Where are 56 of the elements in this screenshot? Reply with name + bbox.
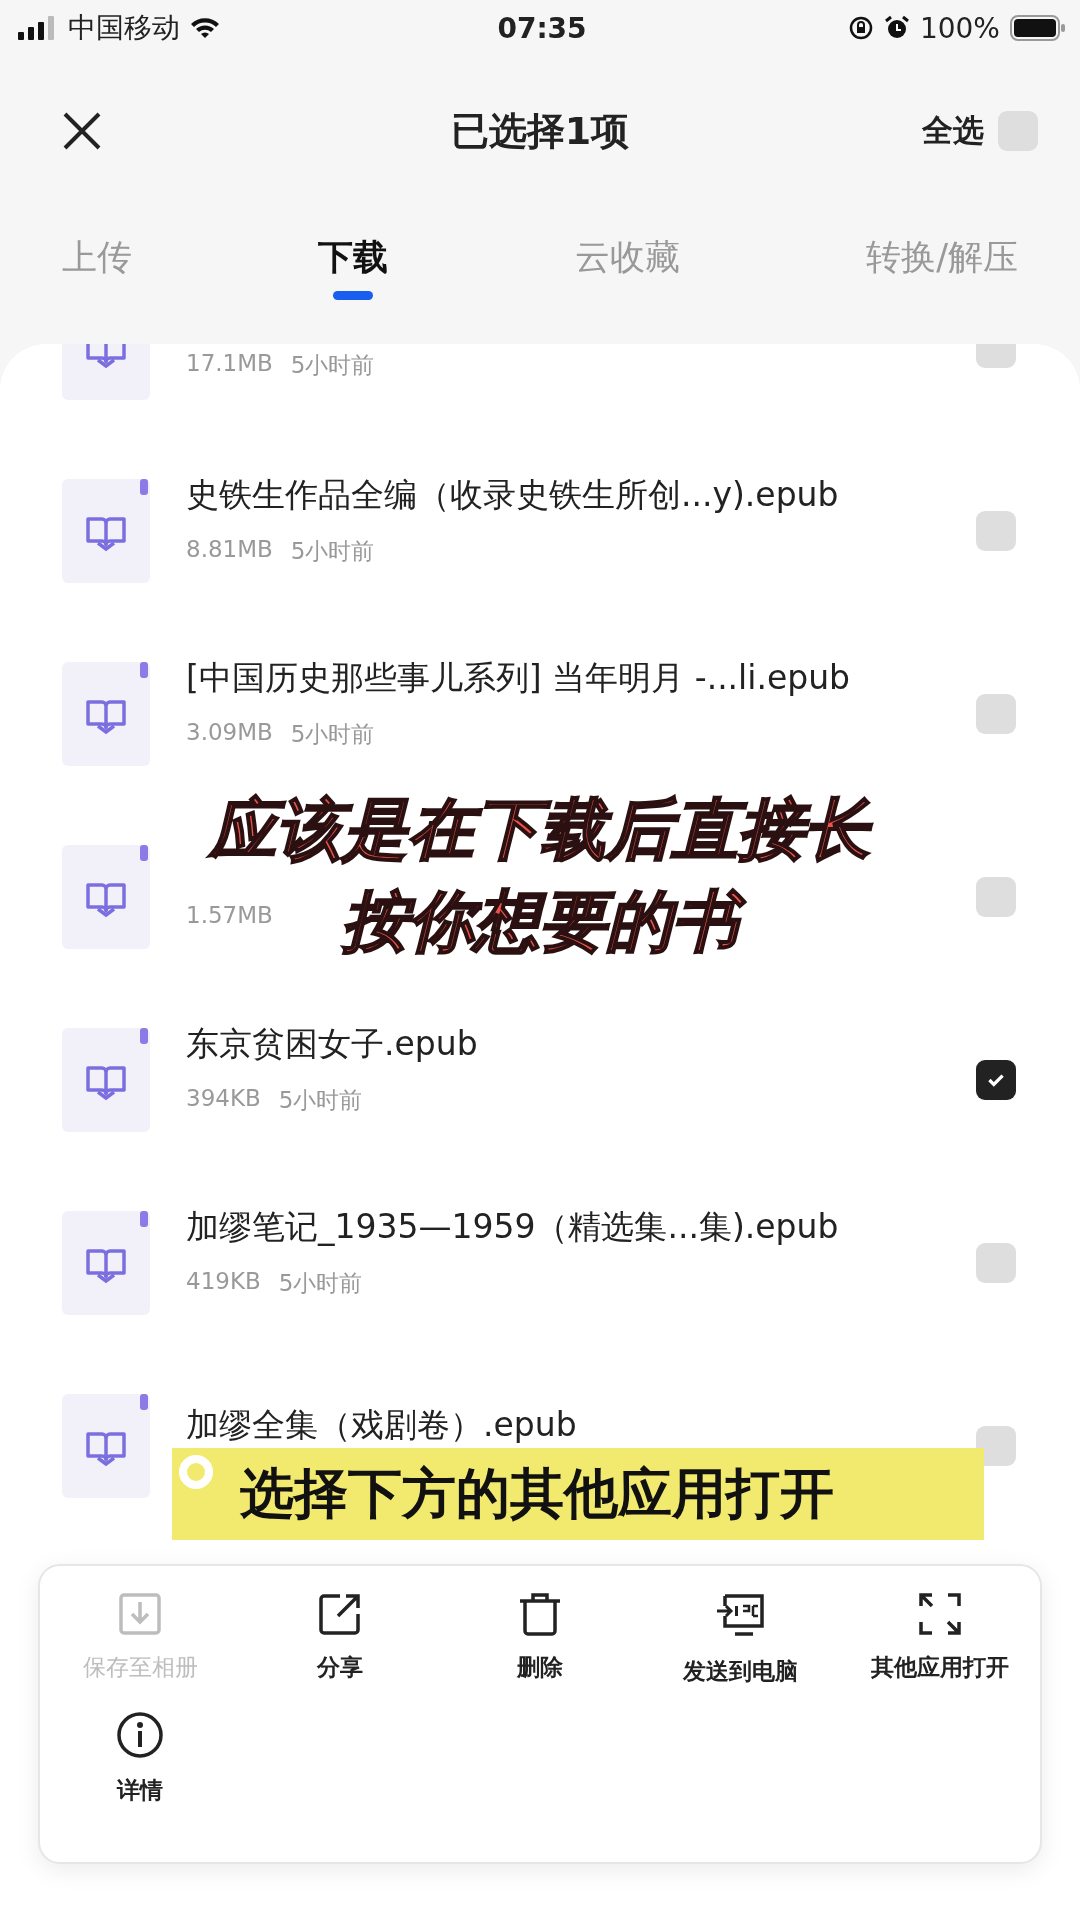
action-button[interactable]: 详情: [40, 1703, 240, 1814]
tab-indicator: [333, 291, 374, 300]
carrier-name: 中国移动: [68, 10, 180, 46]
overlay-caption: 按你想要的书: [320, 876, 760, 968]
book-file-icon: [62, 478, 150, 583]
action-button[interactable]: 发送到电脑: [640, 1584, 840, 1695]
file-name: 加缪笔记_1935—1959（精选集...集).epub: [186, 1205, 840, 1248]
file-checkbox[interactable]: [976, 1059, 1016, 1100]
battery-percent: 100%: [919, 11, 1000, 45]
overlay-caption: 应该是在下载后直接长: [188, 784, 892, 876]
select-all-label: 全选: [922, 111, 984, 150]
file-size: 17.1MB: [186, 350, 273, 378]
file-time: 5小时前: [290, 536, 375, 566]
file-checkbox[interactable]: [976, 876, 1016, 917]
download-icon: [118, 1592, 162, 1636]
file-time: 5小时前: [278, 1268, 363, 1298]
book-file-icon: [62, 1210, 150, 1315]
page-title: 已选择1项: [450, 107, 630, 155]
status-time: 07:35: [497, 11, 587, 45]
expand-icon: [918, 1592, 962, 1636]
file-time: 5小时前: [278, 1085, 363, 1115]
file-checkbox[interactable]: [976, 693, 1016, 734]
file-size: 394KB: [186, 1084, 261, 1113]
alarm-icon: [883, 15, 910, 41]
file-size: 1.57MB: [186, 901, 273, 928]
file-size: 3.09MB: [186, 718, 273, 747]
book-file-icon: [62, 1393, 150, 1498]
file-name: 史铁生作品全编（收录史铁生所创...y).epub: [186, 473, 840, 516]
file-checkbox[interactable]: [976, 510, 1016, 551]
trash-icon: [518, 1592, 562, 1636]
file-checkbox[interactable]: [976, 1425, 1016, 1466]
close-button[interactable]: [62, 111, 102, 151]
action-button[interactable]: 其他应用打开: [840, 1584, 1040, 1695]
book-file-icon: [62, 1027, 150, 1132]
file-name: 加缪全集（戏剧卷）.epub: [186, 1404, 578, 1446]
info-icon: [116, 1711, 164, 1759]
book-file-icon: [62, 844, 150, 949]
ring-icon: [176, 1452, 216, 1492]
close-icon: [62, 111, 102, 151]
battery-icon: [1010, 15, 1066, 41]
file-checkbox[interactable]: [976, 1242, 1016, 1283]
rotation-lock-icon: [847, 15, 874, 41]
action-button[interactable]: 删除: [440, 1584, 640, 1695]
file-time: 5小时前: [290, 351, 375, 380]
file-name: 东京贫困女子.epub: [186, 1022, 479, 1065]
file-name: [中国历史那些事儿系列] 当年明月 -...li.epub: [186, 656, 852, 699]
file-size: 8.81MB: [186, 535, 273, 564]
action-button[interactable]: 分享: [240, 1584, 440, 1695]
file-time: 5小时前: [290, 719, 375, 749]
file-size: 419KB: [186, 1267, 261, 1296]
select-all-checkbox[interactable]: [998, 111, 1038, 151]
wifi-icon: [190, 17, 220, 39]
share-icon: [318, 1592, 362, 1636]
caption-text: 选择下方的其他应用打开: [240, 1460, 834, 1527]
tab[interactable]: 下载: [318, 234, 389, 300]
book-file-icon: [62, 661, 150, 766]
